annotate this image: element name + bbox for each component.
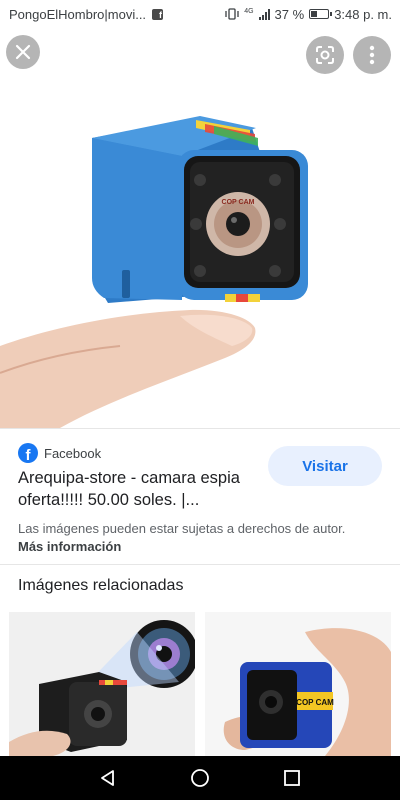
main-image[interactable]: COP CAM [0,28,400,428]
related-heading: Imágenes relacionadas [18,577,184,594]
close-icon [15,44,31,60]
black-mini-camera-image [9,612,195,756]
more-info-link[interactable]: Más información [18,539,121,554]
home-button[interactable] [188,766,212,790]
status-app-text: PongoElHombro|movi... [9,6,147,22]
recents-button[interactable] [280,766,304,790]
source-row[interactable]: f Facebook [18,443,101,463]
back-button[interactable] [96,766,120,790]
vibrate-icon [225,8,239,20]
status-time: 3:48 p. m. [334,6,392,22]
back-triangle-icon [101,770,114,786]
recents-square-icon [284,770,300,786]
status-bar: PongoElHombro|movi... f 4G 37 % 3:48 p. … [0,0,400,28]
divider [0,564,400,565]
copyright-notice: Las imágenes pueden estar sujetas a dere… [18,520,358,556]
network-type: 4G [244,7,254,15]
more-vert-icon [369,45,375,65]
battery-percent: 37 % [274,6,305,22]
battery-icon [309,9,333,19]
result-info: f Facebook Arequipa-store - camara espia… [0,428,400,564]
related-thumbnail[interactable] [9,612,195,756]
google-lens-button[interactable] [306,36,344,74]
facebook-icon: f [152,8,164,20]
rights-text: Las imágenes pueden estar sujetas a dere… [18,521,346,536]
close-button[interactable] [6,35,40,69]
visit-button[interactable]: Visitar [268,446,382,486]
navigation-bar [0,756,400,800]
facebook-logo: f [18,443,38,463]
camera-label: COP CAM [222,199,255,206]
spy-camera-image: COP CAM [0,116,308,428]
more-options-button[interactable] [353,36,391,74]
source-name: Facebook [44,445,102,461]
signal-icon [258,8,270,20]
related-thumbnail[interactable]: COP CAM [205,612,391,756]
home-circle-icon [191,769,209,787]
cop-cam-label: COP CAM [296,698,334,707]
blue-cop-cam-image: COP CAM [205,612,391,756]
result-title[interactable]: Arequipa-store - camara espia oferta!!!!… [18,467,258,511]
google-lens-icon [316,46,334,64]
